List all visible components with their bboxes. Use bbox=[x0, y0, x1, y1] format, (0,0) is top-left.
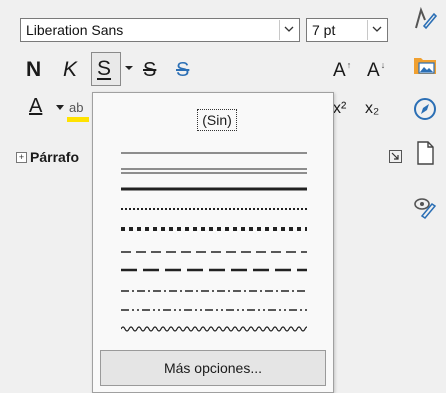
highlight-label: ab bbox=[69, 100, 84, 115]
underline-single-option[interactable] bbox=[121, 148, 307, 158]
grow-label: A bbox=[333, 60, 346, 81]
highlight-button[interactable]: ab bbox=[67, 96, 89, 124]
gallery-icon[interactable] bbox=[412, 52, 438, 78]
font-size-value: 7 pt bbox=[312, 22, 336, 38]
underline-dash-dot-option[interactable] bbox=[121, 286, 307, 296]
underline-dropdown-arrow-icon[interactable] bbox=[122, 60, 136, 74]
section-expander[interactable]: + bbox=[16, 152, 27, 163]
font-color-dropdown-arrow-icon[interactable] bbox=[55, 104, 65, 112]
underline-double-option[interactable] bbox=[121, 166, 307, 176]
underline-none-option[interactable]: (Sin) bbox=[197, 109, 237, 131]
italic-button[interactable]: K bbox=[63, 56, 77, 84]
properties-icon[interactable] bbox=[412, 6, 438, 32]
underline-label: S bbox=[97, 57, 112, 80]
shadow-button[interactable]: S bbox=[176, 56, 189, 84]
grow-font-button[interactable]: A↑ bbox=[333, 58, 352, 86]
grow-arrow-icon: ↑ bbox=[346, 60, 352, 70]
navigator-icon[interactable] bbox=[412, 96, 438, 122]
underline-wave-option[interactable] bbox=[121, 324, 307, 334]
font-name-value: Liberation Sans bbox=[26, 22, 124, 38]
superscript-button[interactable]: x² bbox=[333, 98, 346, 120]
more-options-icon[interactable] bbox=[389, 150, 402, 163]
font-name-combobox[interactable]: Liberation Sans bbox=[20, 18, 300, 42]
underline-dotted-bold-option[interactable] bbox=[121, 224, 307, 234]
underline-style-dropdown: (Sin) Más opciones... bbox=[92, 92, 334, 393]
more-options-button[interactable]: Más opciones... bbox=[100, 350, 326, 386]
underline-button[interactable]: S bbox=[91, 52, 121, 86]
highlight-color-bar bbox=[67, 117, 89, 122]
shrink-arrow-icon: ↓ bbox=[380, 60, 386, 70]
underline-bold-option[interactable] bbox=[121, 184, 307, 194]
font-size-dropdown-button[interactable] bbox=[367, 20, 386, 40]
underline-long-dash-option[interactable] bbox=[121, 265, 307, 275]
bold-button[interactable]: N bbox=[26, 56, 41, 84]
font-color-button[interactable]: A bbox=[26, 94, 52, 124]
subscript-button[interactable]: x₂ bbox=[365, 98, 379, 120]
font-name-dropdown-button[interactable] bbox=[279, 20, 298, 40]
more-options-label: Más opciones... bbox=[163, 360, 263, 376]
font-size-combobox[interactable]: 7 pt bbox=[306, 18, 388, 42]
style-inspector-icon[interactable] bbox=[412, 194, 438, 220]
strikethrough-button[interactable]: S bbox=[143, 56, 156, 84]
underline-dash-option[interactable] bbox=[121, 247, 307, 257]
underline-dotted-option[interactable] bbox=[121, 204, 307, 214]
chevron-down-icon bbox=[372, 26, 382, 32]
chevron-down-icon bbox=[284, 26, 294, 32]
underline-dash-dot-dot-option[interactable] bbox=[121, 305, 307, 315]
shrink-label: A bbox=[367, 60, 380, 81]
page-icon[interactable] bbox=[412, 140, 438, 166]
paragraph-section-title[interactable]: Párrafo bbox=[30, 149, 79, 165]
shrink-font-button[interactable]: A↓ bbox=[367, 58, 386, 86]
font-color-label: A bbox=[29, 95, 43, 117]
